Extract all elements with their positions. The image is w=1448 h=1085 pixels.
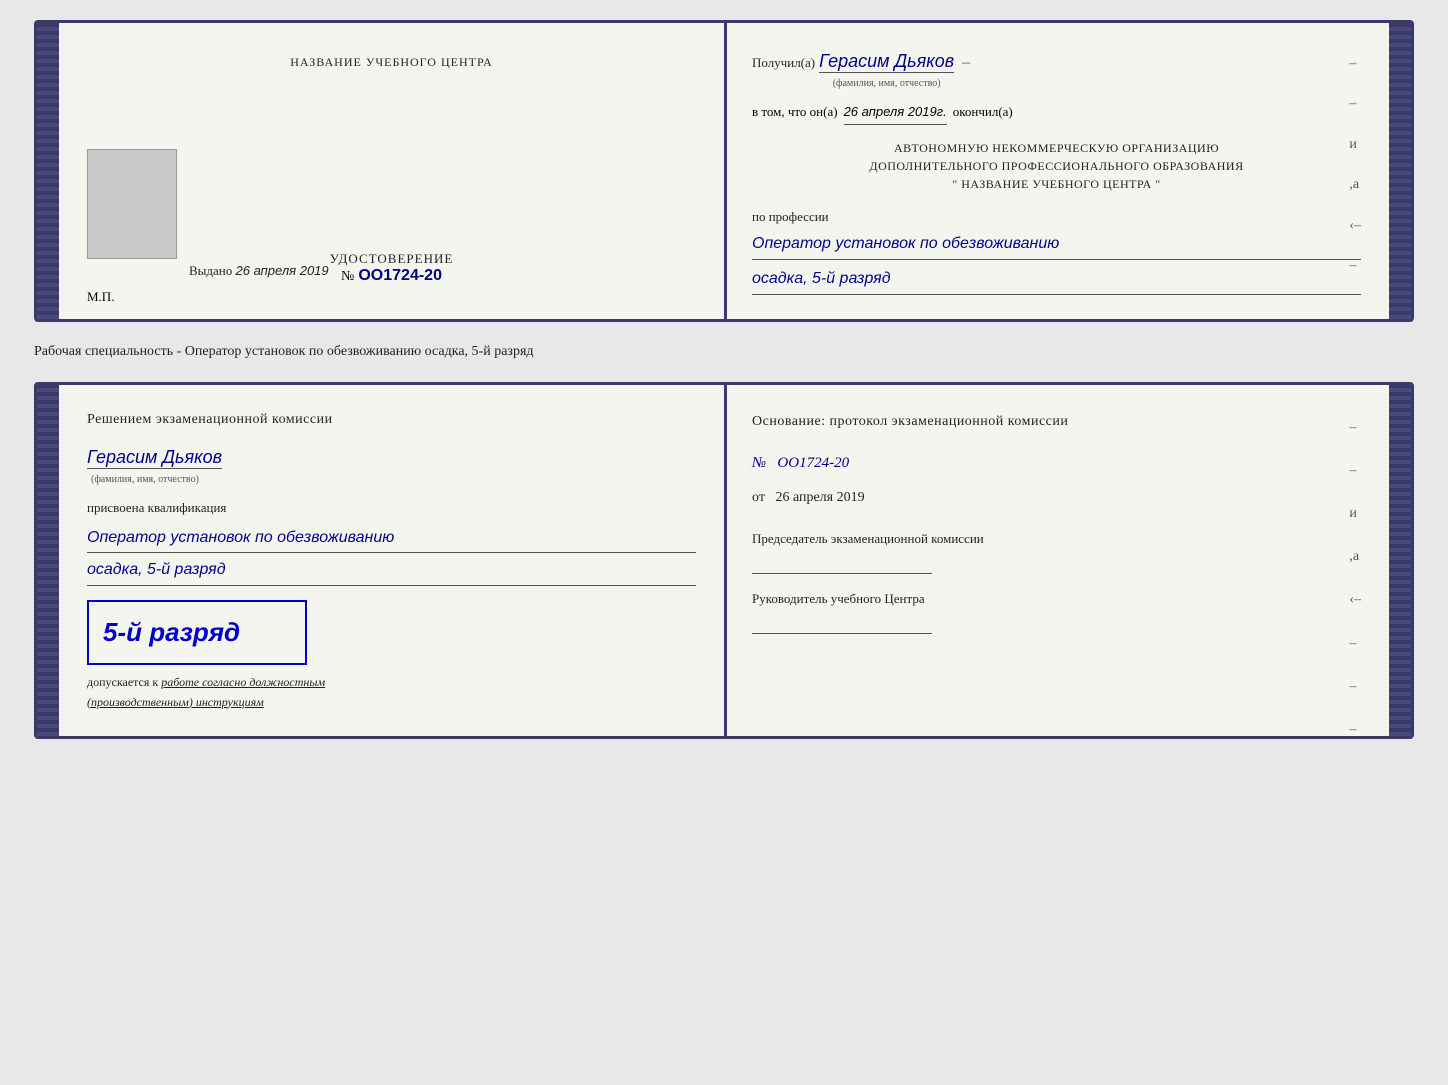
chairman-signature-line	[752, 556, 932, 574]
decision-title: Решением экзаменационной комиссии	[87, 409, 696, 431]
cert2-right-panel: Основание: протокол экзаменационной коми…	[724, 385, 1389, 736]
org-line2: ДОПОЛНИТЕЛЬНОГО ПРОФЕССИОНАЛЬНОГО ОБРАЗО…	[752, 157, 1361, 175]
person-name-block: Герасим Дьяков (фамилия, имя, отчество)	[87, 443, 696, 488]
spine-right	[1389, 23, 1411, 319]
spine-right-2	[1389, 385, 1411, 736]
spine-left-2	[37, 385, 59, 736]
recipient-label: Получил(а)	[752, 53, 815, 74]
issued-date: 26 апреля 2019	[236, 263, 329, 278]
protocol-prefix: №	[752, 455, 766, 471]
date-value: 26 апреля 2019г.	[844, 102, 947, 125]
allowed-prefix: допускается к	[87, 675, 158, 689]
recipient-line: Получил(а) Герасим Дьяков (фамилия, имя,…	[752, 47, 1361, 92]
date-ended: окончил(а)	[953, 102, 1013, 123]
side-dashes-card2: – – и ,а ‹– – – –	[1349, 415, 1361, 739]
recipient-name: Герасим Дьяков	[819, 51, 954, 73]
qualification-value: осадка, 5-й разряд	[752, 266, 1361, 295]
protocol-number: № OO1724-20	[752, 450, 1361, 477]
rank-box: 5-й разряд	[87, 600, 307, 666]
allowed-underline: работе согласно должностным	[161, 675, 325, 689]
issued-line: Выдано 26 апреля 2019	[189, 263, 329, 279]
cert-number-value: OO1724-20	[358, 267, 442, 284]
side-dashes-card1: – – и ,а ‹– –	[1349, 53, 1361, 277]
rank-text: 5-й разряд	[103, 612, 291, 654]
photo-placeholder	[87, 149, 177, 259]
protocol-date: от 26 апреля 2019	[752, 485, 1361, 510]
dash-decoration: –	[958, 50, 970, 76]
page-wrapper: НАЗВАНИЕ УЧЕБНОГО ЦЕНТРА УДОСТОВЕРЕНИЕ №…	[34, 20, 1414, 739]
spine-left	[37, 23, 59, 319]
certificate-card-1: НАЗВАНИЕ УЧЕБНОГО ЦЕНТРА УДОСТОВЕРЕНИЕ №…	[34, 20, 1414, 322]
org-line1: АВТОНОМНУЮ НЕКОММЕРЧЕСКУЮ ОРГАНИЗАЦИЮ	[752, 139, 1361, 157]
org-name-label: НАЗВАНИЕ УЧЕБНОГО ЦЕНТРА	[290, 55, 493, 70]
protocol-date-value: 26 апреля 2019	[775, 490, 864, 505]
director-label: Руководитель учебного Центра	[752, 590, 1361, 608]
org-block: АВТОНОМНУЮ НЕКОММЕРЧЕСКУЮ ОРГАНИЗАЦИЮ ДО…	[752, 139, 1361, 193]
org-line3: " НАЗВАНИЕ УЧЕБНОГО ЦЕНТРА "	[752, 175, 1361, 193]
cert1-right-panel: Получил(а) Герасим Дьяков (фамилия, имя,…	[724, 23, 1389, 319]
profession-value: Оператор установок по обезвоживанию	[752, 231, 1361, 260]
cert-number-prefix: №	[341, 269, 354, 284]
cert-number: № OO1724-20	[330, 267, 454, 285]
assigned-value2: осадка, 5-й разряд	[87, 557, 696, 586]
mp-label: М.П.	[87, 289, 114, 305]
date-prefix: от	[752, 490, 765, 505]
person-sub: (фамилия, имя, отчество)	[87, 472, 696, 488]
allowed-text: допускается к работе согласно должностны…	[87, 673, 696, 711]
person-name: Герасим Дьяков	[87, 447, 222, 469]
specialty-text: Рабочая специальность - Оператор установ…	[34, 338, 1414, 366]
issued-label: Выдано	[189, 263, 232, 278]
cert-title: УДОСТОВЕРЕНИЕ	[330, 251, 454, 267]
chairman-label: Председатель экзаменационной комиссии	[752, 530, 1361, 548]
date-line: в том, что он(а) 26 апреля 2019г. окончи…	[752, 102, 1361, 125]
date-label: в том, что он(а)	[752, 102, 838, 123]
certificate-card-2: Решением экзаменационной комиссии Гераси…	[34, 382, 1414, 739]
basis-title: Основание: протокол экзаменационной коми…	[752, 409, 1361, 434]
cert2-left-panel: Решением экзаменационной комиссии Гераси…	[59, 385, 724, 736]
allowed-text2: (производственным) инструкциям	[87, 695, 264, 709]
recipient-sub: (фамилия, имя, отчество)	[819, 76, 954, 92]
cert-number-block: УДОСТОВЕРЕНИЕ № OO1724-20	[330, 251, 454, 285]
profession-label: по профессии	[752, 207, 1361, 228]
assigned-value: Оператор установок по обезвоживанию	[87, 525, 696, 554]
cert1-left-panel: НАЗВАНИЕ УЧЕБНОГО ЦЕНТРА УДОСТОВЕРЕНИЕ №…	[59, 23, 724, 319]
protocol-number-value: OO1724-20	[777, 455, 849, 471]
director-signature-line	[752, 616, 932, 634]
assigned-label: присвоена квалификация	[87, 498, 696, 519]
